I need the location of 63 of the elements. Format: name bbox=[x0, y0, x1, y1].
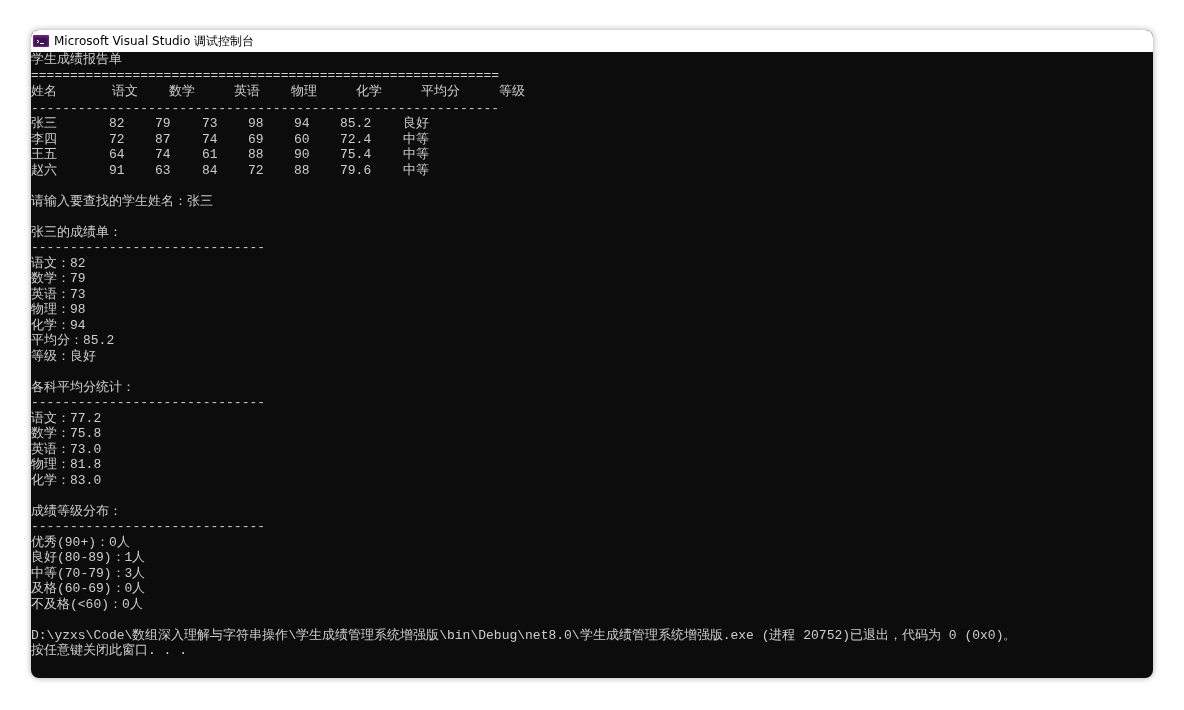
separator-line: ------------------------------ bbox=[31, 519, 266, 535]
input-prompt: 请输入要查找的学生姓名：张三 bbox=[31, 193, 213, 209]
section-heading: 各科平均分统计： bbox=[31, 379, 135, 395]
output-line: 物理：81.8 bbox=[31, 457, 102, 473]
table-cell: 中等 bbox=[403, 162, 429, 178]
output-line: 优秀(90+)：0人 bbox=[31, 534, 130, 550]
output-line: 语文：77.2 bbox=[31, 410, 102, 426]
output-line: 化学：94 bbox=[31, 317, 86, 333]
table-cell-text: 85.2 bbox=[340, 116, 373, 132]
table-cell-text: 88 bbox=[294, 162, 311, 178]
output-line: 物理：98 bbox=[31, 302, 86, 318]
table-cell-text: 79 bbox=[155, 116, 172, 132]
table-cell-text: 94 bbox=[294, 116, 311, 132]
output-line: D:\yzxs\Code\数组深入理解与字符串操作\学生成绩管理系统增强版\bin\Debug\net8.0\学生成绩管理系统增强版.exe (进程 20752)已退出，代码为 0 (0x0)。 bbox=[31, 627, 1017, 643]
table-cell-text: 赵六 bbox=[31, 162, 58, 178]
output-line: 中等(70-79)：3人 bbox=[31, 565, 146, 581]
table-cell-text: 88 bbox=[248, 147, 265, 163]
table-cell-text: 87 bbox=[155, 131, 172, 147]
table-cell-text: 张三 bbox=[31, 116, 58, 132]
output-line: 良好(80-89)：1人 bbox=[31, 550, 146, 566]
table-cell-text: 73 bbox=[202, 116, 219, 132]
output-line: 及格(60-69)：0人 bbox=[31, 581, 146, 597]
table-cell-text: 74 bbox=[202, 131, 219, 147]
table-cell-text: 72 bbox=[248, 162, 265, 178]
output-line: 语文：82 bbox=[31, 255, 86, 271]
separator-line: ------------------------------ bbox=[31, 240, 266, 256]
table-cell-text: 60 bbox=[294, 131, 311, 147]
output-line: 不及格(<60)：0人 bbox=[31, 596, 143, 612]
header-line: 姓名 语文 数学 英语 物理 化学 平均分 等级 bbox=[31, 83, 526, 101]
table-cell-text: 82 bbox=[109, 116, 126, 132]
table-cell-text: 75.4 bbox=[340, 147, 373, 163]
table-cell-text: 63 bbox=[155, 162, 172, 178]
table-cell-text: 91 bbox=[109, 162, 126, 178]
section-heading: 张三的成绩单： bbox=[31, 224, 122, 240]
table-cell-text: 64 bbox=[109, 147, 126, 163]
output-line: 数学：79 bbox=[31, 271, 86, 287]
output-line: 平均分：85.2 bbox=[31, 333, 115, 349]
separator-line: ------------------------------------------------------------ bbox=[31, 100, 500, 116]
table-cell-text: 69 bbox=[248, 131, 265, 147]
table-cell-text: 王五 bbox=[31, 147, 58, 163]
separator-line: ------------------------------ bbox=[31, 395, 266, 411]
table-cell-text: 98 bbox=[248, 116, 265, 132]
output-line: 英语：73 bbox=[31, 286, 86, 302]
output-line: 等级：良好 bbox=[31, 348, 96, 364]
window-title: Microsoft Visual Studio 调试控制台 bbox=[54, 32, 255, 50]
output-line: 数学：75.8 bbox=[31, 426, 102, 442]
output-line: 英语：73.0 bbox=[31, 441, 102, 457]
table-cell-text: 84 bbox=[202, 162, 219, 178]
table-cell-text: 61 bbox=[202, 147, 219, 163]
table-cell-text: 74 bbox=[155, 147, 172, 163]
table-cell-text: 72.4 bbox=[340, 131, 373, 147]
table-cell: 中等 bbox=[403, 131, 429, 147]
report-title: 学生成绩报告单 bbox=[31, 52, 122, 68]
output-line: 按任意键关闭此窗口. . . bbox=[31, 643, 187, 659]
table-cell: 中等 bbox=[403, 147, 429, 163]
output-line: 化学：83.0 bbox=[31, 472, 102, 488]
table-cell-text: 90 bbox=[294, 147, 311, 163]
table-cell-text: 79.6 bbox=[340, 162, 373, 178]
table-cell-text: 72 bbox=[109, 131, 126, 147]
section-heading: 成绩等级分布： bbox=[31, 503, 122, 519]
table-cell: 良好 bbox=[403, 116, 429, 132]
table-cell-text: 李四 bbox=[31, 131, 58, 147]
separator-line: ============================================================ bbox=[31, 67, 500, 83]
